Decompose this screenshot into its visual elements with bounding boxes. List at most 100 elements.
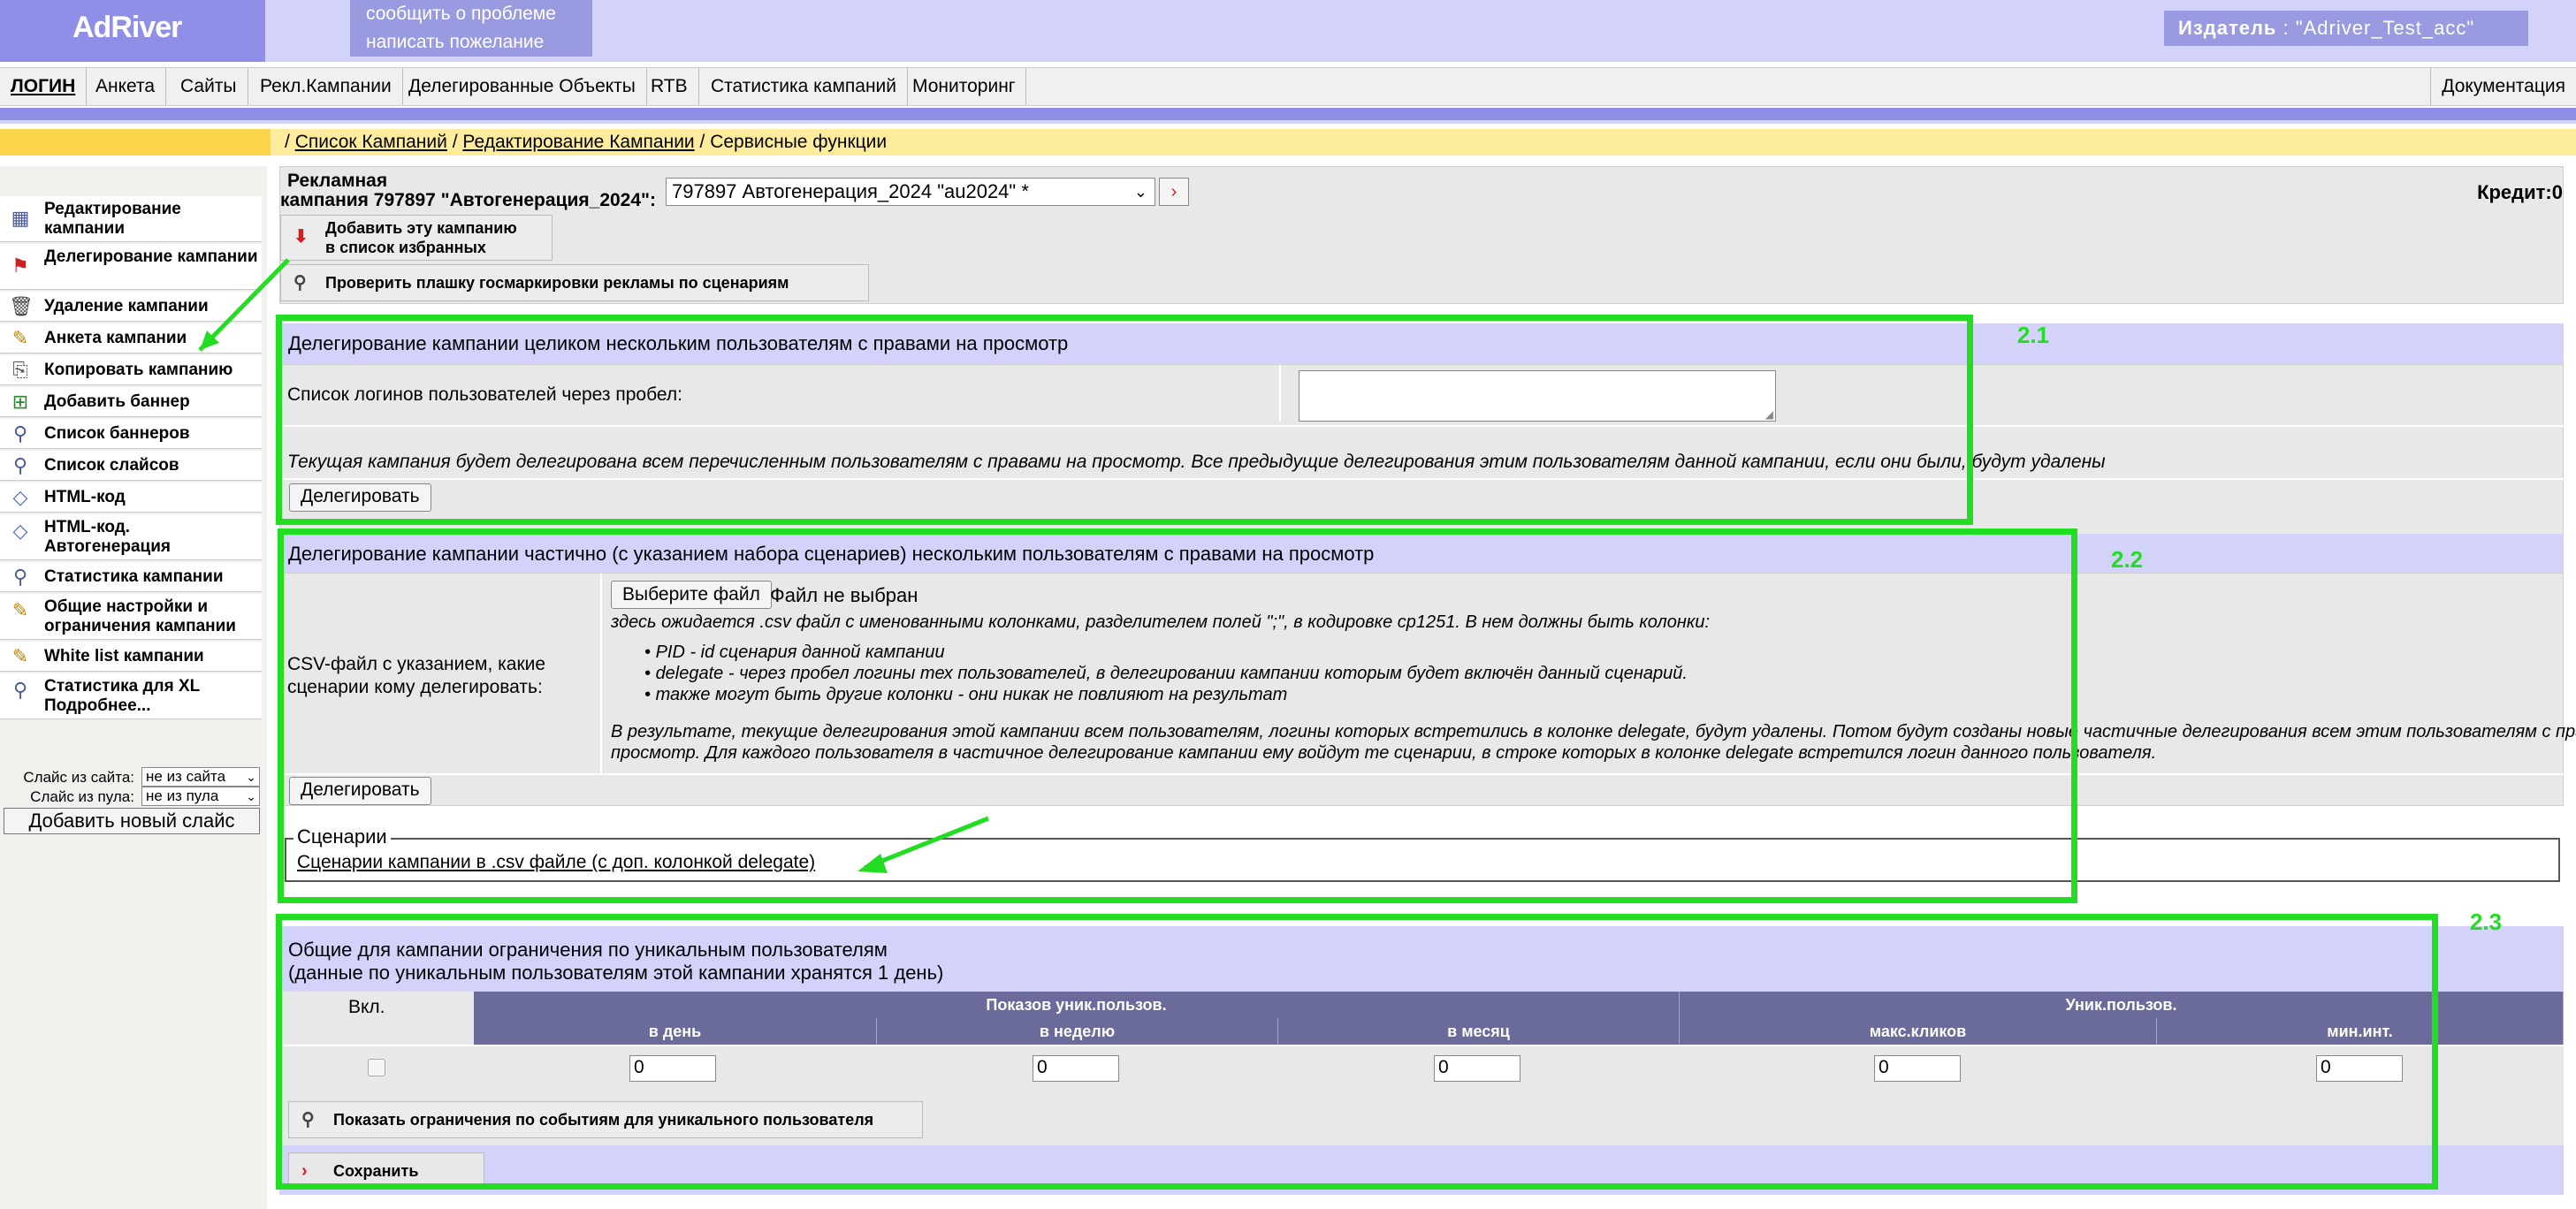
sidebar-item-banner-list[interactable]: ⚲ Список баннеров xyxy=(0,419,262,449)
campaign-header-panel: Рекламная кампания 797897 "Автогенерация… xyxy=(279,166,2564,304)
trash-icon: 🗑 xyxy=(9,295,34,317)
grid-icon: ▦ xyxy=(11,207,30,229)
menu-campaigns[interactable]: Рекл.Кампании xyxy=(249,68,403,105)
sidebar: ▦ Редактирование кампании ⚑ Делегировани… xyxy=(0,166,267,1209)
magnifier-icon: ⚲ xyxy=(12,679,28,701)
sidebar-item-copy-campaign[interactable]: ⎘ Копировать кампанию xyxy=(0,355,262,385)
add-favorite-line2: в список избранных xyxy=(325,239,486,256)
slice-from-site-select[interactable]: не из сайта ⌄ xyxy=(141,767,260,787)
sidebar-item-label: Статистика кампании xyxy=(44,567,224,586)
slice-from-pool-select[interactable]: не из пула ⌄ xyxy=(141,787,260,806)
breadcrumb-campaign-list[interactable]: Список Кампаний xyxy=(295,132,447,152)
menu-profile[interactable]: Анкета xyxy=(85,68,167,105)
sidebar-item-delegate-campaign[interactable]: ⚑ Делегирование кампании xyxy=(0,244,262,290)
slice-from-site-label: Слайс из сайта: xyxy=(23,769,134,786)
publisher-badge: Издатель : "Adriver_Test_acc" xyxy=(2164,11,2528,46)
sidebar-item-html-code[interactable]: ◇ HTML-код xyxy=(0,483,262,513)
flag-icon: ⚑ xyxy=(11,255,29,277)
slice-from-site-row: Слайс из сайта: xyxy=(0,769,134,790)
download-icon: ⬇ xyxy=(293,227,309,247)
check-label-text: Проверить плашку госмаркировки рекламы п… xyxy=(325,274,789,292)
campaign-title-line1: Рекламная xyxy=(287,171,388,191)
sidebar-item-label: HTML-код. Автогенерация xyxy=(44,518,171,556)
campaign-select-value: 797897 Автогенерация_2024 "au2024" * xyxy=(672,180,1029,202)
main-menu: ЛОГИН Анкета Сайты Рекл.Кампании Делегир… xyxy=(0,67,2576,106)
code-icon: ◇ xyxy=(12,486,28,508)
add-slice-button[interactable]: Добавить новый слайс xyxy=(4,808,260,834)
highlight-box-2-3 xyxy=(276,914,2438,1190)
magnifier-icon: ⚲ xyxy=(293,273,307,293)
pencil-icon: ✎ xyxy=(11,645,29,667)
magnifier-icon: ⚲ xyxy=(12,422,28,445)
sidebar-item-white-list[interactable]: ✎ White list кампании xyxy=(0,642,262,672)
header-stripe xyxy=(0,108,2576,120)
check-label-button[interactable]: ⚲ Проверить плашку госмаркировки рекламы… xyxy=(280,264,869,301)
breadcrumb-separator: / xyxy=(452,132,458,152)
report-problem-link[interactable]: сообщить о проблеме xyxy=(366,0,576,28)
campaign-select[interactable]: 797897 Автогенерация_2024 "au2024" * ⌄ xyxy=(666,178,1155,206)
logo-area: AdRiver xyxy=(0,0,265,62)
menu-monitoring[interactable]: Мониторинг xyxy=(902,68,1027,105)
copy-icon: ⎘ xyxy=(12,359,28,381)
publisher-value: : "Adriver_Test_acc" xyxy=(2283,17,2475,39)
magnifier-icon: ⚲ xyxy=(12,454,28,476)
sidebar-item-label: Общие настройки и ограничения кампании xyxy=(44,597,236,635)
slice-from-pool-value: не из пула xyxy=(146,787,219,804)
sidebar-item-label: White list кампании xyxy=(44,647,204,665)
campaign-title-line2: кампания 797897 "Автогенерация_2024": xyxy=(280,190,656,210)
menu-sites[interactable]: Сайты xyxy=(170,68,248,105)
sidebar-item-xl-stats[interactable]: ⚲ Статистика для XL Подробнее... xyxy=(0,673,262,719)
menu-delegated-objects[interactable]: Делегированные Объекты xyxy=(398,68,647,105)
pencil-icon: ✎ xyxy=(11,599,29,621)
breadcrumb-separator: / xyxy=(699,132,705,152)
add-banner-icon: ⊞ xyxy=(11,391,29,413)
slice-from-site-value: не из сайта xyxy=(146,768,226,785)
highlight-box-2-1 xyxy=(276,315,1973,525)
sidebar-item-label: Список баннеров xyxy=(44,424,190,443)
sidebar-item-slice-list[interactable]: ⚲ Список слайсов xyxy=(0,451,262,481)
magnifier-icon: ⚲ xyxy=(12,566,28,588)
sidebar-item-campaign-stats[interactable]: ⚲ Статистика кампании xyxy=(0,562,262,592)
menu-login[interactable]: ЛОГИН xyxy=(0,68,88,105)
feedback-box: сообщить о проблеме написать пожелание xyxy=(350,0,592,57)
sidebar-item-label: Удаление кампании xyxy=(44,297,209,316)
chevron-down-icon: ⌄ xyxy=(246,770,256,784)
sidebar-item-edit-campaign[interactable]: ▦ Редактирование кампании xyxy=(0,196,262,242)
header-stripe-light xyxy=(0,120,2576,124)
highlight-tag-2-3: 2.3 xyxy=(2470,909,2503,935)
highlight-tag-2-2: 2.2 xyxy=(2111,546,2144,573)
sidebar-item-label: HTML-код xyxy=(44,488,126,506)
sidebar-item-label: Анкета кампании xyxy=(44,329,187,347)
adriver-logo[interactable]: AdRiver xyxy=(72,11,182,45)
slice-from-pool-row: Слайс из пула: xyxy=(0,788,134,810)
publisher-label: Издатель xyxy=(2178,17,2277,39)
breadcrumb-separator: / xyxy=(285,132,290,152)
add-favorite-button[interactable]: ⬇ Добавить эту кампанию в список избранн… xyxy=(280,215,553,261)
sidebar-item-label: Редактирование кампании xyxy=(44,200,181,238)
menu-rtb[interactable]: RTB xyxy=(640,68,699,105)
sidebar-item-campaign-profile[interactable]: ✎ Анкета кампании xyxy=(0,323,262,354)
write-wish-link[interactable]: написать пожелание xyxy=(366,28,576,57)
sidebar-item-label: Делегирование кампании xyxy=(44,247,258,266)
sidebar-item-label: Статистика для XL Подробнее... xyxy=(44,677,200,715)
breadcrumb-edit-campaign[interactable]: Редактирование Кампании xyxy=(462,132,694,152)
go-arrow-button[interactable]: › xyxy=(1159,178,1189,206)
sidebar-item-html-autogen[interactable]: ◇ HTML-код. Автогенерация xyxy=(0,514,262,560)
menu-campaign-stats[interactable]: Статистика кампаний xyxy=(700,68,908,105)
breadcrumb: / Список Кампаний / Редактирование Кампа… xyxy=(285,129,887,156)
sidebar-item-general-settings[interactable]: ✎ Общие настройки и ограничения кампании xyxy=(0,594,262,640)
code-icon: ◇ xyxy=(12,520,28,542)
sidebar-item-label: Добавить баннер xyxy=(44,392,190,411)
sidebar-item-label: Копировать кампанию xyxy=(44,361,233,379)
chevron-down-icon: ⌄ xyxy=(246,789,256,803)
sidebar-item-delete-campaign[interactable]: 🗑 Удаление кампании xyxy=(0,292,262,322)
credit-value: Кредит:0 xyxy=(2477,181,2563,203)
sidebar-item-add-banner[interactable]: ⊞ Добавить баннер xyxy=(0,387,262,417)
chevron-down-icon: ⌄ xyxy=(1133,183,1147,201)
menu-documentation[interactable]: Документация xyxy=(2430,68,2576,105)
breadcrumb-current: Сервисные функции xyxy=(710,132,888,152)
pencil-icon: ✎ xyxy=(11,327,29,349)
top-banner: AdRiver сообщить о проблеме написать пож… xyxy=(0,0,2576,62)
breadcrumb-bar: / Список Кампаний / Редактирование Кампа… xyxy=(0,129,2576,156)
add-favorite-line1: Добавить эту кампанию xyxy=(325,219,517,237)
